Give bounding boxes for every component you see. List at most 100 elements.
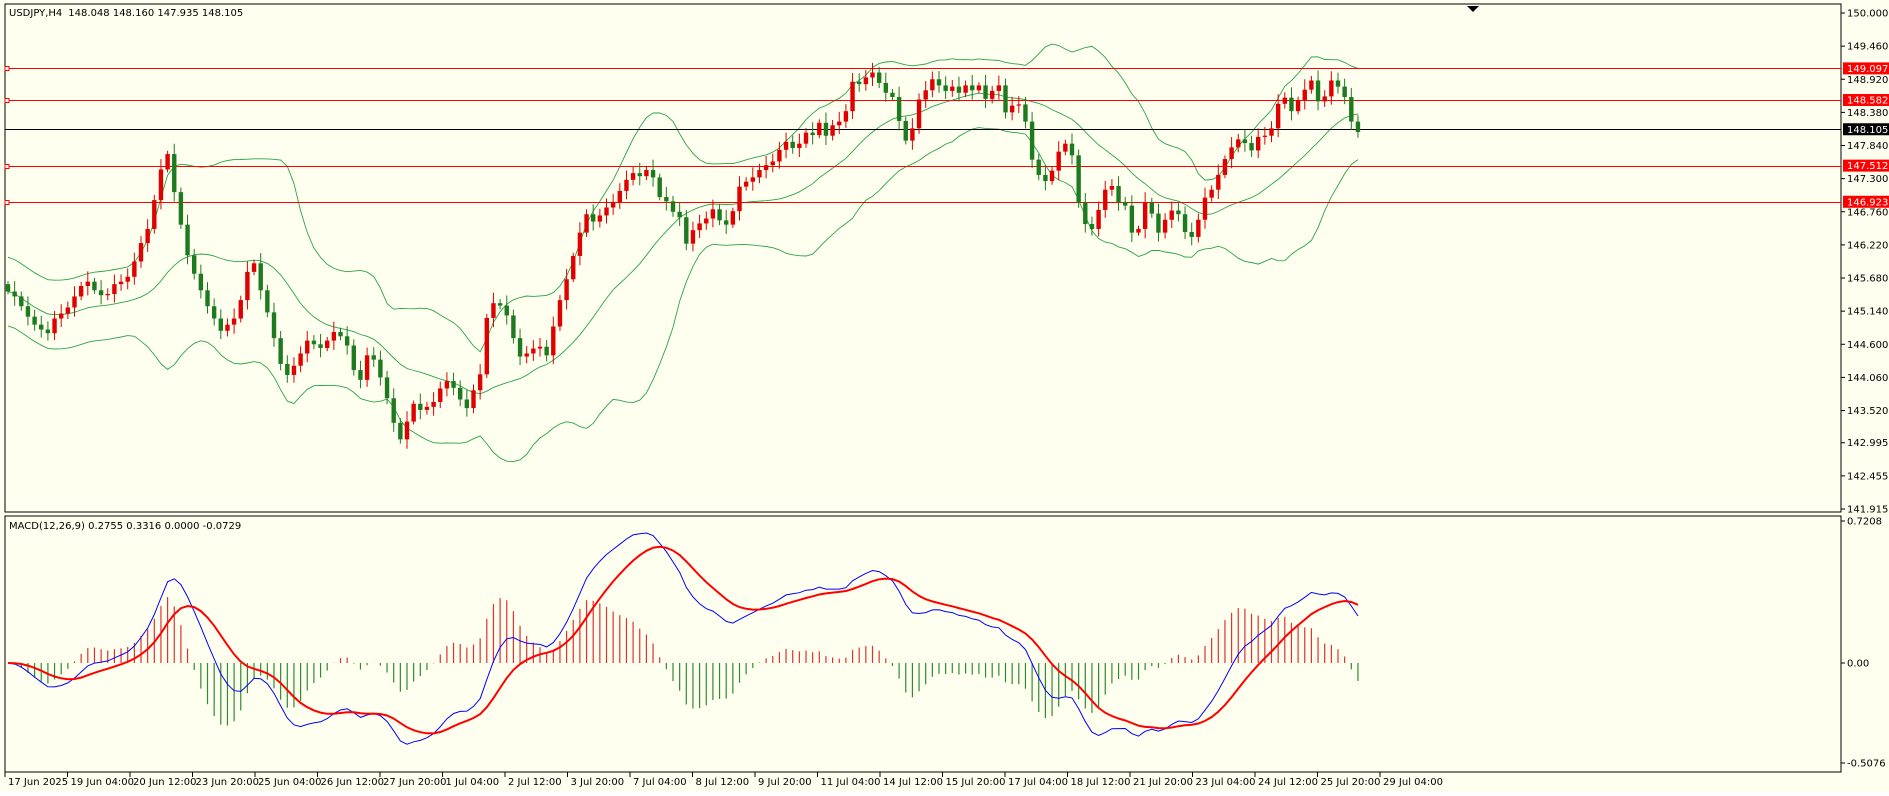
- candle-body: [1142, 202, 1148, 229]
- time-axis-label: 17 Jun 2025: [8, 777, 68, 788]
- candle-body: [996, 85, 1002, 91]
- price-axis-label: 147.300: [1847, 174, 1888, 185]
- candle-body: [551, 326, 556, 356]
- time-axis-label: 14 Jul 12:00: [883, 777, 943, 788]
- candle-body: [358, 370, 363, 380]
- price-level-tag-label: 146.923: [1847, 197, 1888, 208]
- candle-body: [1156, 213, 1161, 233]
- candle-body: [883, 82, 888, 93]
- price-axis-label: 142.455: [1847, 471, 1888, 482]
- candle-body: [1016, 104, 1021, 106]
- candle-body: [125, 276, 130, 282]
- candle-body: [750, 177, 755, 182]
- time-axis-label: 24 Jul 12:00: [1258, 777, 1318, 788]
- candle-body: [1349, 97, 1354, 122]
- candle-body: [118, 281, 124, 285]
- macd-axis-label: -0.5076: [1847, 759, 1886, 770]
- candle-body: [1103, 189, 1108, 210]
- chart-canvas[interactable]: 150.000 149.460 148.920 148.380 147.840 147.3…: [0, 0, 1889, 792]
- candle-body: [458, 387, 463, 400]
- candle-body: [497, 303, 503, 306]
- candle-body: [1056, 151, 1061, 171]
- price-level-tag-label: 148.582: [1847, 95, 1888, 106]
- candle-body: [325, 340, 330, 348]
- time-axis-label: 23 Jul 04:00: [1196, 777, 1256, 788]
- candle-body: [225, 324, 230, 331]
- candle-body: [936, 79, 942, 86]
- candle-body: [1302, 89, 1307, 101]
- candle-body: [1275, 103, 1281, 129]
- candle-body: [910, 128, 915, 141]
- candle-body: [158, 169, 164, 201]
- candle-body: [285, 363, 290, 375]
- price-axis-label: 148.920: [1847, 75, 1888, 86]
- price-axis-label: 147.840: [1847, 141, 1888, 152]
- candle-body: [211, 306, 217, 319]
- macd-axis-label: 0.00: [1847, 659, 1869, 670]
- candle-body: [291, 365, 297, 375]
- candle-body: [577, 232, 583, 256]
- candle-body: [484, 317, 489, 375]
- candle-body: [1355, 121, 1361, 133]
- candle-body: [398, 422, 403, 440]
- candle: [657, 173, 662, 201]
- candle-body: [677, 211, 682, 218]
- candle-body: [59, 313, 64, 319]
- candle-body: [704, 218, 709, 224]
- level-anchor-icon[interactable]: [4, 200, 10, 205]
- candle-body: [185, 224, 190, 256]
- candle-body: [544, 346, 549, 356]
- candle-body: [1269, 128, 1274, 136]
- candle-body: [1242, 139, 1248, 144]
- level-anchor-icon[interactable]: [4, 98, 10, 103]
- candle-body: [351, 345, 356, 371]
- candle-body: [770, 161, 775, 166]
- trading-chart[interactable]: 150.000 149.460 148.920 148.380 147.840 147.3…: [0, 0, 1889, 792]
- time-axis-label: 21 Jul 20:00: [1133, 777, 1193, 788]
- candle-body: [205, 290, 210, 307]
- candle-body: [571, 255, 576, 280]
- candle-body: [1109, 186, 1115, 190]
- candle-body: [25, 306, 31, 317]
- time-axis-label: 1 Jul 04:00: [446, 777, 500, 788]
- candle-body: [251, 263, 257, 272]
- candle-body: [238, 300, 243, 319]
- candle-body: [404, 421, 410, 440]
- level-anchor-icon[interactable]: [4, 66, 10, 71]
- candle-body: [1116, 186, 1121, 202]
- candle-body: [344, 336, 350, 346]
- candle-body: [265, 290, 270, 313]
- candle-body: [790, 141, 795, 148]
- candle-body: [65, 307, 71, 314]
- candle-body: [823, 122, 829, 136]
- candle-body: [1009, 105, 1015, 113]
- candle-body: [1216, 174, 1221, 190]
- candle-body: [970, 85, 975, 91]
- candle-body: [630, 173, 636, 180]
- candle-body: [710, 209, 716, 219]
- level-anchor-icon[interactable]: [4, 164, 10, 169]
- candle-body: [1189, 232, 1194, 237]
- time-axis-label: 2 Jul 12:00: [508, 777, 562, 788]
- candle-body: [438, 388, 443, 402]
- price-axis-label: 143.520: [1847, 406, 1888, 417]
- candle-body: [531, 348, 536, 354]
- candle-body: [178, 192, 184, 225]
- time-axis-label: 23 Jun 20:00: [196, 777, 260, 788]
- candle-body: [983, 85, 988, 99]
- candle-body: [331, 332, 337, 341]
- candle-body: [5, 284, 11, 292]
- candle-body: [298, 353, 303, 366]
- price-axis-label: 146.220: [1847, 240, 1888, 251]
- candle-body: [896, 97, 902, 121]
- price-axis-label: 141.915: [1847, 505, 1888, 516]
- candle-body: [1176, 210, 1181, 215]
- candle-body: [564, 279, 569, 301]
- candle-body: [624, 179, 629, 191]
- candle-body: [39, 324, 44, 330]
- candle-body: [757, 170, 762, 178]
- candle-body: [617, 190, 622, 202]
- candle-body: [1329, 80, 1334, 97]
- candle-body: [1169, 210, 1174, 220]
- candle-body: [32, 316, 37, 325]
